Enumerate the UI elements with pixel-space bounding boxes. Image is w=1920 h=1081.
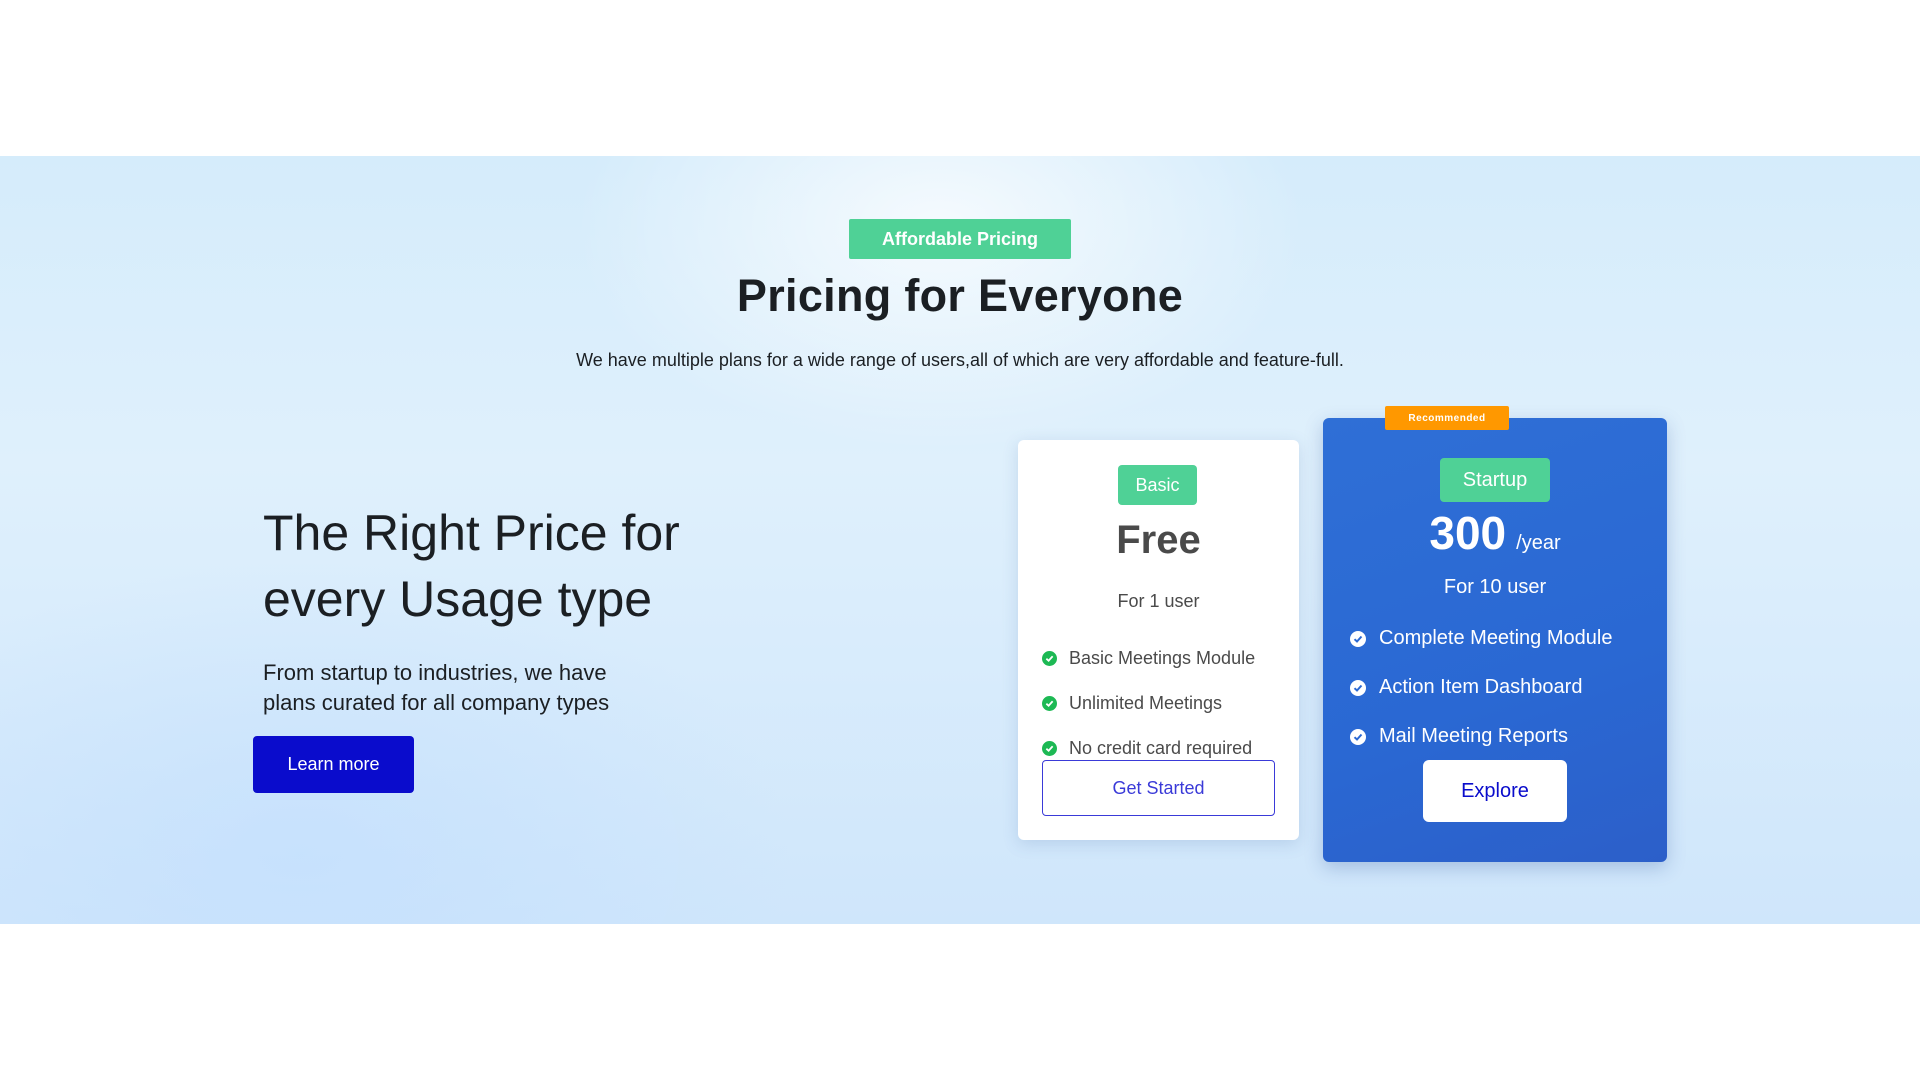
plan-price: Free xyxy=(1116,518,1201,562)
feature-item: Mail Meeting Reports xyxy=(1350,712,1660,761)
plan-price: 300 xyxy=(1429,507,1507,559)
check-circle-icon xyxy=(1042,696,1057,711)
plan-card-basic: Basic Free For 1 user Basic Meetings Mod… xyxy=(1018,440,1299,840)
page: Affordable Pricing Pricing for Everyone … xyxy=(0,0,1920,1081)
plan-users: For 1 user xyxy=(1117,591,1200,611)
plan-users: For 10 user xyxy=(1443,576,1547,598)
plan-name-badge: Startup xyxy=(1440,458,1550,502)
check-circle-icon xyxy=(1350,630,1366,647)
check-circle-icon xyxy=(1350,728,1366,745)
plan-name-badge: Basic xyxy=(1118,465,1197,505)
learn-more-button[interactable]: Learn more xyxy=(253,736,414,793)
feature-item: Complete Meeting Module xyxy=(1350,614,1660,663)
feature-label: No credit card required xyxy=(1069,738,1253,758)
check-circle-icon xyxy=(1042,741,1057,756)
plan-feature-list: Complete Meeting Module Action Item Dash… xyxy=(1350,614,1660,761)
page-title: Pricing for Everyone xyxy=(736,270,1184,321)
check-circle-icon xyxy=(1042,651,1057,666)
plan-period: /year xyxy=(1516,532,1561,554)
feature-label: Basic Meetings Module xyxy=(1069,648,1256,668)
intro-heading-line1: The Right Price for xyxy=(263,505,680,561)
intro-paragraph: From startup to industries, we have plan… xyxy=(263,658,683,718)
check-circle-icon xyxy=(1350,679,1366,696)
feature-label: Complete Meeting Module xyxy=(1379,627,1613,649)
intro-heading: The Right Price for every Usage type xyxy=(263,500,783,632)
explore-button[interactable]: Explore xyxy=(1423,760,1567,822)
feature-item: Basic Meetings Module xyxy=(1042,636,1292,681)
intro-paragraph-line2: plans curated for all company types xyxy=(263,690,610,715)
intro-paragraph-line1: From startup to industries, we have xyxy=(263,660,607,685)
feature-item: Unlimited Meetings xyxy=(1042,681,1292,726)
feature-item: Action Item Dashboard xyxy=(1350,663,1660,712)
feature-label: Unlimited Meetings xyxy=(1069,693,1223,713)
plan-feature-list: Basic Meetings Module Unlimited Meetings… xyxy=(1042,636,1292,771)
affordable-pricing-badge: Affordable Pricing xyxy=(849,219,1071,259)
plan-card-startup: Startup 300 /year For 10 user Complete M… xyxy=(1323,418,1667,862)
page-subtitle: We have multiple plans for a wide range … xyxy=(576,350,1344,370)
feature-label: Mail Meeting Reports xyxy=(1379,725,1568,747)
feature-label: Action Item Dashboard xyxy=(1379,676,1583,698)
intro-heading-line2: every Usage type xyxy=(263,571,653,627)
plan-price-row: 300 /year xyxy=(1323,506,1667,560)
get-started-button[interactable]: Get Started xyxy=(1042,760,1275,816)
recommended-badge: Recommended xyxy=(1385,406,1509,430)
